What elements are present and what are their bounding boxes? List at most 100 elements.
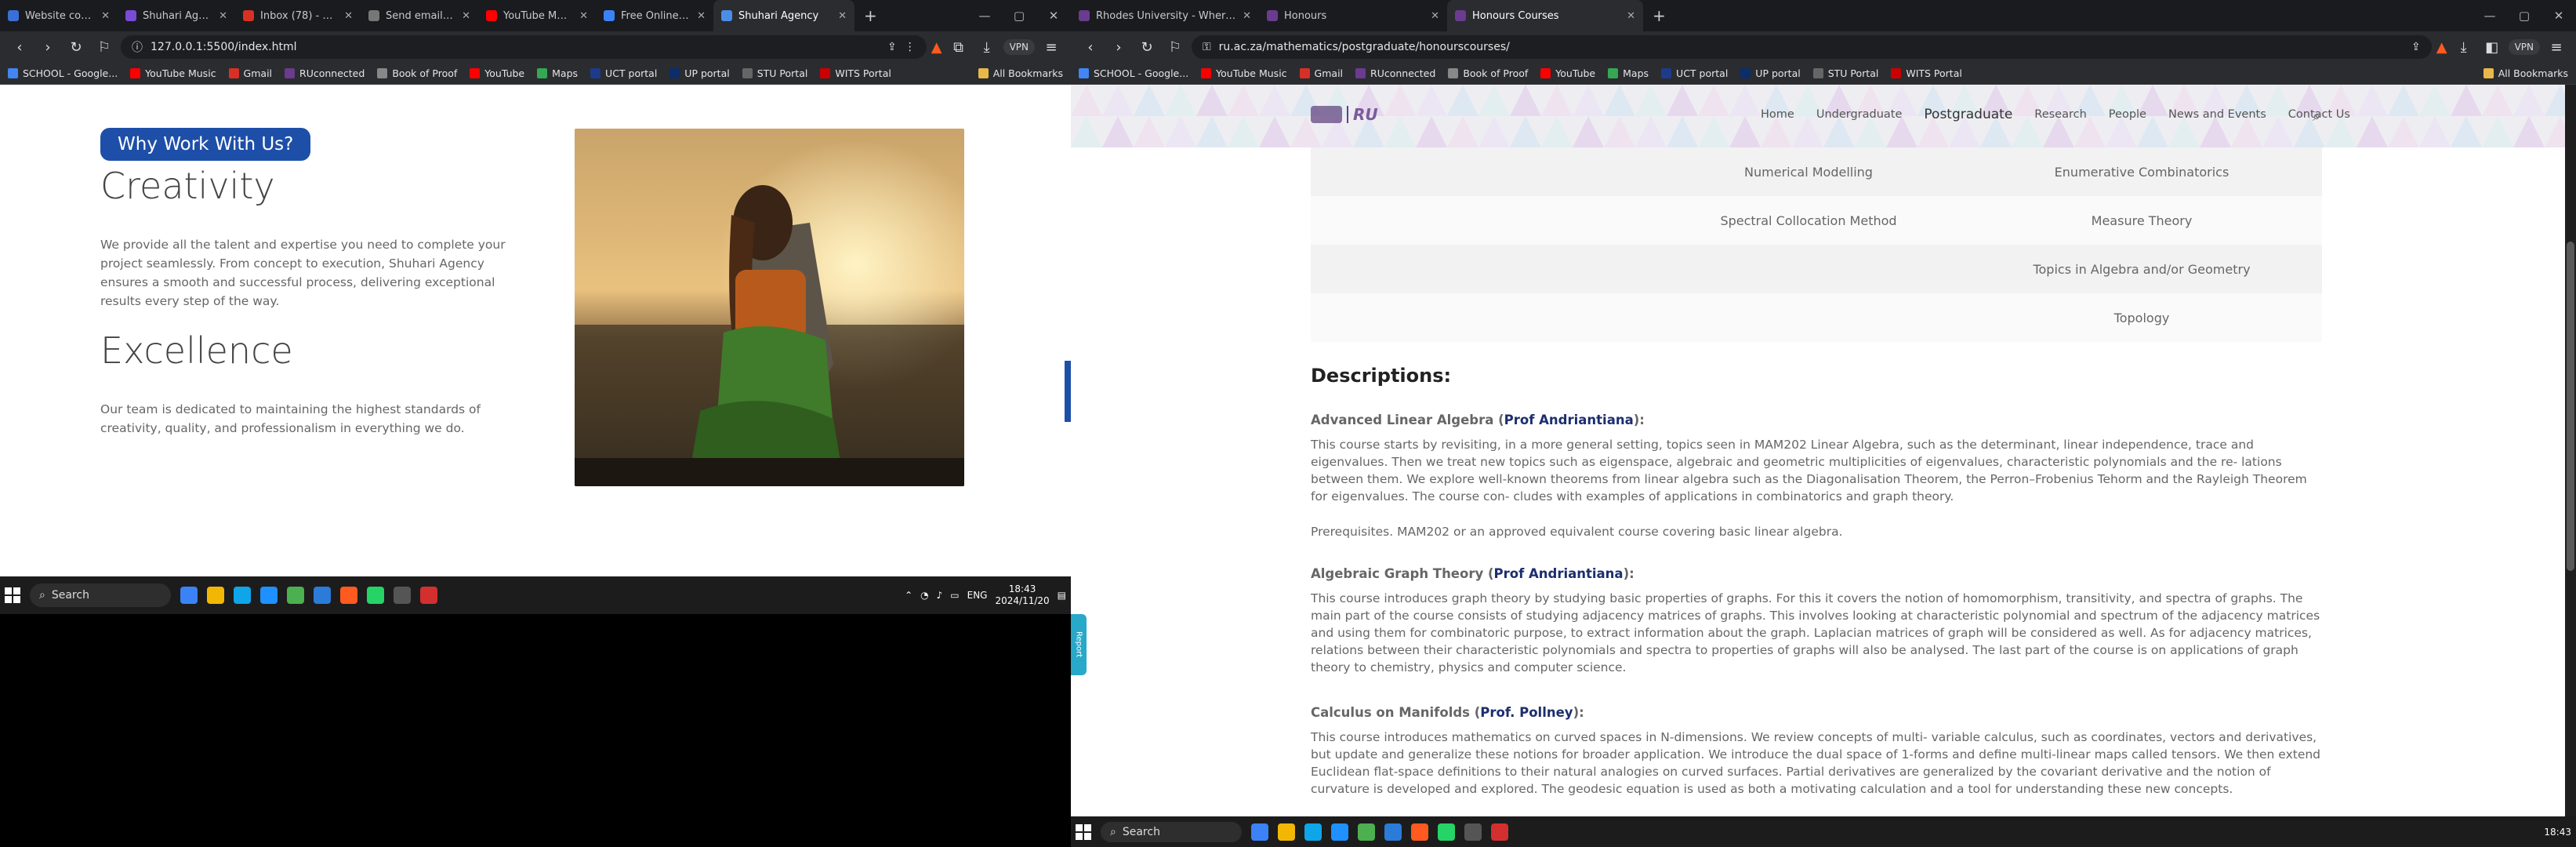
close-window-icon[interactable]: ✕	[2542, 0, 2576, 31]
network-icon[interactable]: ◔	[920, 590, 928, 601]
mail-icon[interactable]	[1304, 823, 1322, 841]
close-tab-icon[interactable]: ✕	[1627, 10, 1635, 22]
browser-tab[interactable]: Honours ✕	[1259, 0, 1447, 31]
taskbar-search[interactable]: ⌕ Search	[1101, 821, 1242, 842]
close-tab-icon[interactable]: ✕	[1431, 10, 1439, 22]
bookmark-item[interactable]: Maps	[537, 67, 578, 79]
reload-icon[interactable]: ↻	[64, 35, 88, 59]
url-text[interactable]: 127.0.0.1:5500/index.html	[151, 41, 880, 53]
minimize-icon[interactable]: —	[967, 0, 1002, 31]
browser-tab[interactable]: Rhodes University - Where leaders ✕	[1071, 0, 1259, 31]
brave-shields-icon[interactable]: ▲	[931, 39, 942, 56]
page-scrollbar[interactable]	[2565, 85, 2576, 816]
forward-icon[interactable]: ›	[1107, 35, 1130, 59]
site-info-icon[interactable]: ⓘ	[132, 39, 143, 55]
rhodes-logo[interactable]: RU	[1311, 105, 1378, 124]
bookmark-item[interactable]: STU Portal	[1812, 67, 1878, 79]
browser-tab[interactable]: Send email with JS ✕	[361, 0, 478, 31]
close-tab-icon[interactable]: ✕	[462, 10, 470, 22]
forward-icon[interactable]: ›	[36, 35, 60, 59]
browser-tab[interactable]: Honours Courses ✕	[1447, 0, 1643, 31]
close-tab-icon[interactable]: ✕	[697, 10, 706, 22]
share-icon[interactable]: ⇪	[887, 41, 897, 53]
new-tab-icon[interactable]: +	[854, 6, 887, 25]
maximize-icon[interactable]: ▢	[1002, 0, 1036, 31]
chrome-icon[interactable]	[1358, 823, 1375, 841]
vpn-button[interactable]: VPN	[1003, 39, 1035, 55]
nav-link[interactable]: Home	[1761, 108, 1794, 122]
download-icon[interactable]: ⤓	[975, 35, 999, 59]
browser-tab[interactable]: YouTube Music ✕	[478, 0, 596, 31]
bookmark-item[interactable]: RUconnected	[285, 67, 365, 79]
notification-icon[interactable]: ▤	[1058, 590, 1066, 601]
vscode-icon[interactable]	[1384, 823, 1402, 841]
close-tab-icon[interactable]: ✕	[344, 10, 353, 22]
edge-icon[interactable]	[260, 587, 278, 604]
nav-link[interactable]: News and Events	[2168, 108, 2266, 122]
brave-shields-icon[interactable]: ▲	[2436, 39, 2447, 56]
task-view-icon[interactable]	[1251, 823, 1268, 841]
battery-icon[interactable]: ▭	[950, 590, 959, 601]
reload-icon[interactable]: ↻	[1135, 35, 1159, 59]
taskbar-search[interactable]: ⌕ Search	[30, 583, 171, 607]
bookmark-item[interactable]: UP portal	[1740, 67, 1801, 79]
maximize-icon[interactable]: ▢	[2507, 0, 2542, 31]
file-explorer-icon[interactable]	[1278, 823, 1295, 841]
nav-link[interactable]: People	[2109, 108, 2146, 122]
all-bookmarks-folder[interactable]: All Bookmarks	[2483, 67, 2568, 79]
site-info-icon[interactable]: ⚿	[1203, 41, 1211, 53]
bookmark-item[interactable]: WITS Portal	[1891, 67, 1962, 79]
nav-link[interactable]: Postgraduate	[1924, 107, 2012, 122]
terminal-icon[interactable]	[394, 587, 411, 604]
nav-link[interactable]: Undergraduate	[1816, 108, 1903, 122]
url-text[interactable]: ru.ac.za/mathematics/postgraduate/honour…	[1219, 41, 2404, 53]
bookmark-item[interactable]: SCHOOL - Google...	[1079, 67, 1188, 79]
close-tab-icon[interactable]: ✕	[1243, 10, 1251, 22]
scrollbar-thumb[interactable]	[2567, 242, 2574, 571]
all-bookmarks-folder[interactable]: All Bookmarks	[978, 67, 1063, 79]
vscode-icon[interactable]	[314, 587, 331, 604]
browser-tab[interactable]: Inbox (78) - shuharia ✕	[235, 0, 361, 31]
whatsapp-icon[interactable]	[1438, 823, 1455, 841]
course-professor[interactable]: Prof Andriantiana	[1494, 566, 1624, 581]
back-icon[interactable]: ‹	[8, 35, 31, 59]
close-tab-icon[interactable]: ✕	[101, 10, 110, 22]
bookmark-item[interactable]: UP portal	[669, 67, 730, 79]
minimize-icon[interactable]: —	[2473, 0, 2507, 31]
windows-start-icon[interactable]	[1076, 823, 1091, 840]
brave-icon[interactable]	[340, 587, 357, 604]
pdf-icon[interactable]	[420, 587, 437, 604]
bookmark-item[interactable]: UCT portal	[590, 67, 657, 79]
task-view-icon[interactable]	[180, 587, 198, 604]
file-explorer-icon[interactable]	[207, 587, 224, 604]
bookmark-item[interactable]: RUconnected	[1355, 67, 1435, 79]
menu-icon[interactable]: ≡	[1039, 35, 1063, 59]
whatsapp-icon[interactable]	[367, 587, 384, 604]
close-tab-icon[interactable]: ✕	[579, 10, 588, 22]
bookmark-item[interactable]: STU Portal	[742, 67, 807, 79]
bookmark-item[interactable]: Maps	[1608, 67, 1649, 79]
bookmark-item[interactable]: YouTube	[1540, 67, 1595, 79]
share-icon[interactable]: ⇪	[2411, 41, 2421, 53]
search-icon[interactable]: ⌕	[2313, 108, 2320, 125]
volume-icon[interactable]: ♪	[937, 590, 943, 601]
terminal-icon[interactable]	[1464, 823, 1482, 841]
language-indicator[interactable]: ENG	[967, 590, 988, 601]
back-icon[interactable]: ‹	[1079, 35, 1102, 59]
windows-start-icon[interactable]	[5, 587, 20, 603]
bookmark-item[interactable]: Book of Proof	[377, 67, 457, 79]
menu-icon[interactable]: ≡	[2545, 35, 2568, 59]
report-tab[interactable]: Report	[1071, 614, 1087, 675]
edge-icon[interactable]	[1331, 823, 1348, 841]
brave-icon[interactable]	[1411, 823, 1428, 841]
bookmark-item[interactable]: YouTube	[470, 67, 524, 79]
vertical-dots-icon[interactable]: ⋮	[905, 41, 916, 53]
nav-link[interactable]: Research	[2034, 108, 2087, 122]
course-professor[interactable]: Prof Andriantiana	[1504, 413, 1634, 427]
clock-time[interactable]: 18:43	[2544, 827, 2571, 838]
bookmark-icon[interactable]: ⚐	[93, 35, 116, 59]
bookmark-item[interactable]: SCHOOL - Google...	[8, 67, 118, 79]
address-bar[interactable]: ⓘ 127.0.0.1:5500/index.html ⇪ ⋮	[121, 35, 927, 59]
browser-tab[interactable]: Shuhari Agency Dat ✕	[118, 0, 235, 31]
new-tab-icon[interactable]: +	[1643, 6, 1675, 25]
